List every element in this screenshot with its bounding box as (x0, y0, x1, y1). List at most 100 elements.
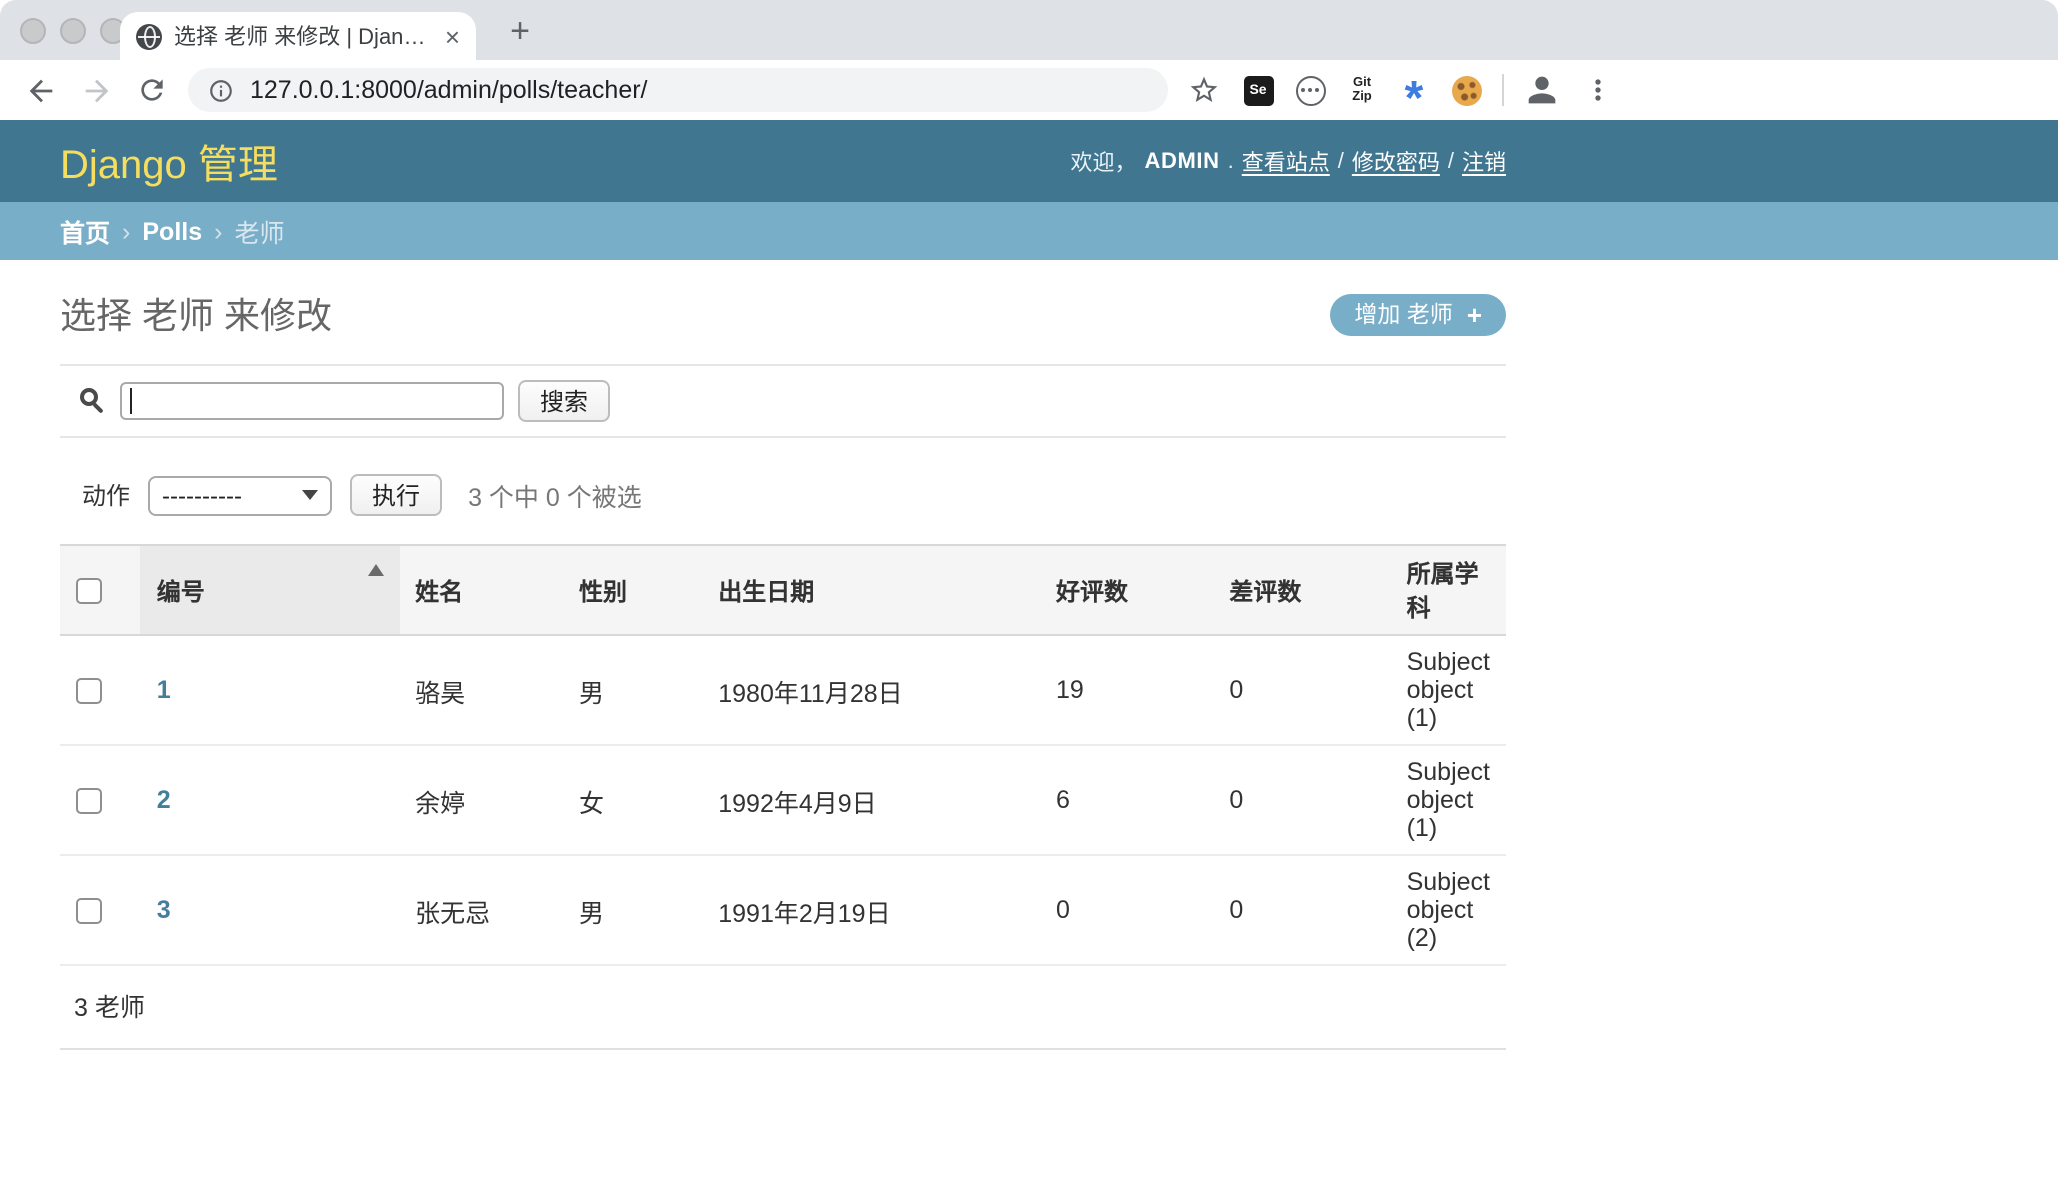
cell-name: 张无忌 (399, 855, 563, 965)
row-checkbox[interactable] (76, 787, 102, 813)
search-input[interactable] (120, 382, 504, 420)
results-table: 编号 姓名 性别 出生日期 好评数 差评数 所属学科 1 骆昊 男 (60, 544, 1506, 966)
search-icon (80, 388, 106, 414)
column-header-name[interactable]: 姓名 (399, 545, 563, 635)
plus-icon: + (1467, 301, 1482, 327)
page-title: 选择 老师 来修改 (60, 288, 332, 340)
cell-birthdate: 1980年11月28日 (702, 635, 1040, 745)
toolbar-divider (1502, 74, 1504, 106)
browser-toolbar: 127.0.0.1:8000/admin/polls/teacher/ Se G… (0, 60, 2058, 120)
table-row: 3 张无忌 男 1991年2月19日 0 0 Subject object (2… (60, 855, 1506, 965)
profile-avatar-icon[interactable] (1514, 62, 1570, 118)
column-header-birthdate[interactable]: 出生日期 (702, 545, 1040, 635)
change-password-link[interactable]: 修改密码 (1352, 145, 1440, 177)
window-controls (20, 18, 126, 44)
cell-subject: Subject object (2) (1391, 855, 1506, 965)
cell-name: 余婷 (399, 745, 563, 855)
tab-close-icon[interactable]: × (445, 23, 460, 49)
row-checkbox[interactable] (76, 897, 102, 923)
cell-name: 骆昊 (399, 635, 563, 745)
site-favicon-icon (136, 23, 162, 49)
table-row: 1 骆昊 男 1980年11月28日 19 0 Subject object (… (60, 635, 1506, 745)
breadcrumb-app-polls[interactable]: Polls (142, 217, 202, 245)
action-select[interactable]: ---------- (148, 475, 332, 515)
user-tools: 欢迎， ADMIN . 查看站点 / 修改密码 / 注销 (1071, 145, 1507, 177)
action-select-value: ---------- (162, 481, 242, 509)
column-header-subject[interactable]: 所属学科 (1391, 545, 1506, 635)
actions-label: 动作 (82, 478, 130, 512)
admin-header: Django 管理 欢迎， ADMIN . 查看站点 / 修改密码 / 注销 (0, 120, 2058, 202)
result-count: 3 老师 (60, 966, 1506, 1050)
column-header-gender[interactable]: 性别 (563, 545, 702, 635)
logout-link[interactable]: 注销 (1462, 145, 1506, 177)
teacher-id-link[interactable]: 2 (157, 786, 171, 814)
username: ADMIN (1145, 149, 1220, 173)
column-header-id-label: 编号 (157, 577, 205, 605)
cell-subject: Subject object (1) (1391, 745, 1506, 855)
cell-birthdate: 1991年2月19日 (702, 855, 1040, 965)
screenshot-root: 选择 老师 来修改 | Django 站点管理 × + 127.0.0.1:80… (0, 0, 2058, 1186)
cell-gender: 女 (563, 745, 702, 855)
add-teacher-label: 增加 老师 (1354, 298, 1452, 330)
slash-separator: / (1338, 149, 1344, 173)
extension-asterisk-icon[interactable]: * (1390, 66, 1438, 114)
chevron-down-icon (302, 490, 318, 500)
column-header-id[interactable]: 编号 (141, 545, 399, 635)
column-header-bad-count[interactable]: 差评数 (1213, 545, 1390, 635)
row-checkbox[interactable] (76, 677, 102, 703)
address-bar[interactable]: 127.0.0.1:8000/admin/polls/teacher/ (188, 68, 1168, 112)
tab-strip: 选择 老师 来修改 | Django 站点管理 × + (0, 0, 2058, 60)
search-button[interactable]: 搜索 (518, 380, 610, 422)
sort-ascending-icon[interactable] (367, 564, 383, 576)
breadcrumb-home[interactable]: 首页 (60, 212, 110, 250)
cell-good-count: 6 (1040, 745, 1213, 855)
dot-separator: . (1228, 149, 1234, 173)
teacher-id-link[interactable]: 1 (157, 676, 171, 704)
cell-good-count: 0 (1040, 855, 1213, 965)
welcome-text: 欢迎， (1071, 145, 1137, 177)
text-caret (130, 388, 132, 414)
breadcrumb-separator: › (122, 217, 130, 245)
reload-button[interactable] (124, 62, 180, 118)
table-row: 2 余婷 女 1992年4月9日 6 0 Subject object (1) (60, 745, 1506, 855)
cell-birthdate: 1992年4月9日 (702, 745, 1040, 855)
table-header-row: 编号 姓名 性别 出生日期 好评数 差评数 所属学科 (60, 545, 1506, 635)
new-tab-button[interactable]: + (496, 8, 544, 56)
window-close-button[interactable] (20, 18, 46, 44)
browser-tab[interactable]: 选择 老师 来修改 | Django 站点管理 × (120, 12, 476, 60)
go-button[interactable]: 执行 (350, 474, 442, 516)
actions-row: 动作 ---------- 执行 3 个中 0 个被选 (60, 474, 1506, 516)
column-header-good-count[interactable]: 好评数 (1040, 545, 1213, 635)
extension-gitzip-icon[interactable]: GitZip (1338, 66, 1386, 114)
extension-cookie-icon[interactable] (1442, 66, 1490, 114)
bookmark-star-icon[interactable] (1176, 62, 1232, 118)
breadcrumb-separator: › (214, 217, 222, 245)
back-button[interactable] (12, 62, 68, 118)
extension-dots-icon[interactable] (1286, 66, 1334, 114)
browser-menu-icon[interactable] (1570, 62, 1626, 118)
cell-bad-count: 0 (1213, 745, 1390, 855)
cell-bad-count: 0 (1213, 635, 1390, 745)
tab-title: 选择 老师 来修改 | Django 站点管理 (174, 20, 433, 52)
search-toolbar: 搜索 (60, 364, 1506, 438)
add-teacher-button[interactable]: 增加 老师 + (1330, 293, 1506, 335)
extension-selenium-icon[interactable]: Se (1234, 66, 1282, 114)
url-text: 127.0.0.1:8000/admin/polls/teacher/ (250, 76, 648, 104)
cell-good-count: 19 (1040, 635, 1213, 745)
page-info-icon (208, 77, 234, 103)
window-minimize-button[interactable] (60, 18, 86, 44)
selection-count: 3 个中 0 个被选 (468, 476, 642, 514)
site-branding[interactable]: Django 管理 (60, 132, 278, 190)
cell-subject: Subject object (1) (1391, 635, 1506, 745)
forward-button[interactable] (68, 62, 124, 118)
teacher-id-link[interactable]: 3 (157, 896, 171, 924)
changelist-content: 选择 老师 来修改 增加 老师 + 搜索 动作 ---------- 执行 3 … (60, 288, 1506, 1050)
breadcrumb-current: 老师 (234, 212, 284, 250)
cell-gender: 男 (563, 855, 702, 965)
cell-bad-count: 0 (1213, 855, 1390, 965)
slash-separator: / (1448, 149, 1454, 173)
breadcrumb: 首页 › Polls › 老师 (0, 202, 2058, 260)
select-all-checkbox[interactable] (76, 577, 102, 603)
view-site-link[interactable]: 查看站点 (1242, 145, 1330, 177)
cell-gender: 男 (563, 635, 702, 745)
